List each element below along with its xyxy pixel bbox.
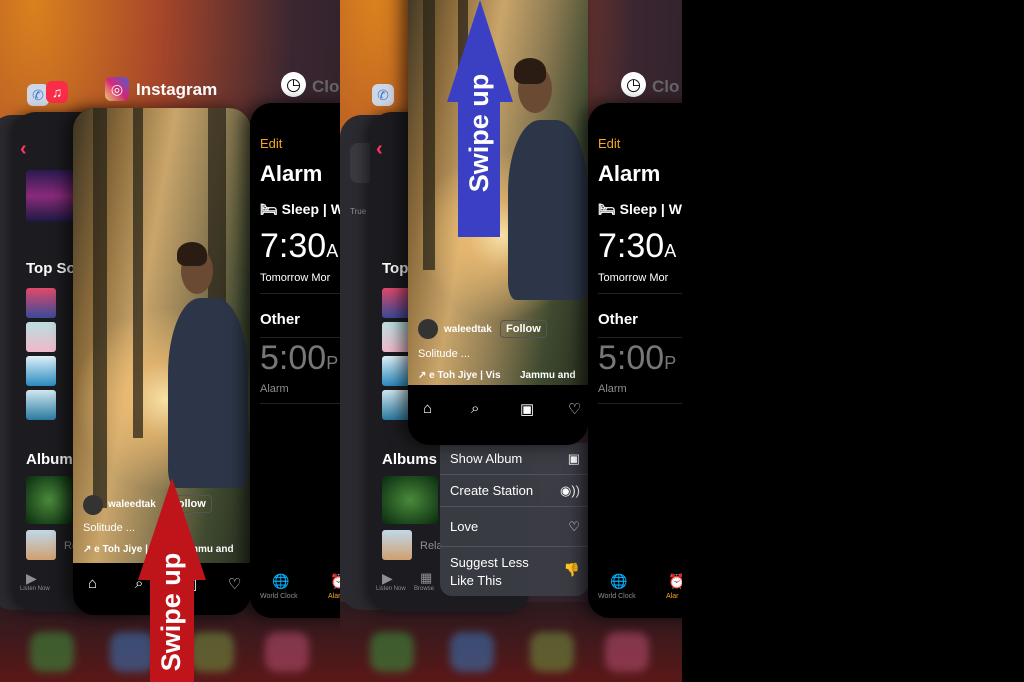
tab-world-clock[interactable]: World Clock xyxy=(260,593,298,600)
globe-icon[interactable]: 🌐 xyxy=(272,573,289,590)
listen-now-icon[interactable]: ▶ xyxy=(382,570,393,587)
back-chevron-icon[interactable]: ‹ xyxy=(376,138,383,161)
right-screenshot: ✆ ◷ Clo True ‹ Top Albums Rela ▶ Listen … xyxy=(340,0,682,682)
albums-heading: Albums xyxy=(382,451,438,468)
search-icon[interactable]: ⌕ xyxy=(471,400,479,417)
reels-icon[interactable]: ▣ xyxy=(520,400,534,418)
caption: Solitude ... xyxy=(418,348,470,360)
other-heading: Other xyxy=(598,311,639,328)
swipe-up-arrow-blue: Swipe up xyxy=(447,0,513,237)
globe-icon[interactable]: 🌐 xyxy=(610,573,627,590)
bed-icon: 🛏 xyxy=(260,201,282,217)
back-chevron-icon[interactable]: ‹ xyxy=(20,138,27,161)
heart-icon[interactable]: ♡ xyxy=(228,575,241,593)
other-alarm-time: 5:00P xyxy=(598,339,677,377)
clock-app-label: Clo xyxy=(312,77,340,96)
song-artwork[interactable] xyxy=(26,356,56,386)
alarm-time: 7:30A xyxy=(260,227,339,265)
browse-icon[interactable]: ▦ xyxy=(420,570,432,586)
menu-item-love[interactable]: Love ♡ xyxy=(440,507,588,547)
alarm-tab-icon[interactable]: ⏰ xyxy=(330,573,340,590)
location[interactable]: Jammu and xyxy=(520,370,576,381)
thumbs-down-icon: 👎 xyxy=(563,562,580,577)
tab-alarm[interactable]: Alar xyxy=(328,593,340,600)
other-heading: Other xyxy=(260,311,301,328)
song-artwork[interactable] xyxy=(26,288,56,318)
instagram-app-label: Instagram xyxy=(136,80,218,99)
top-songs-heading: Top xyxy=(382,260,409,277)
instagram-tab-bar: ⌂ ⌕ ▣ ♡ xyxy=(408,390,588,445)
heart-icon: ♡ xyxy=(568,519,580,534)
album-artwork[interactable] xyxy=(382,530,412,560)
station-icon: ◉)) xyxy=(559,483,580,498)
contact-label: True xyxy=(350,207,367,216)
swipe-up-label: Swipe up xyxy=(464,73,494,193)
clock-app-card[interactable]: Edit Alarm 🛏 Sleep | W 7:30A Tomorrow Mo… xyxy=(588,103,682,618)
other-alarm-label: Alarm xyxy=(598,383,627,395)
menu-item-create-station[interactable]: Create Station ◉)) xyxy=(440,475,588,507)
album-artwork[interactable] xyxy=(382,476,438,524)
phone-app-icon[interactable]: ✆ xyxy=(372,84,394,106)
context-menu: Show Album ▣ Create Station ◉)) Love ♡ Sugg… xyxy=(440,443,588,596)
sleep-wake-label: Sleep | W xyxy=(281,201,340,217)
edit-button[interactable]: Edit xyxy=(260,136,282,151)
follow-button[interactable]: Follow xyxy=(500,320,547,338)
swipe-up-label: Swipe up xyxy=(156,552,186,672)
other-alarm-time: 5:00P xyxy=(260,339,339,377)
edit-button[interactable]: Edit xyxy=(598,136,620,151)
album-icon: ▣ xyxy=(567,451,580,466)
featured-artwork[interactable] xyxy=(26,170,76,222)
top-songs-heading: Top So xyxy=(26,260,76,277)
tab-alarm[interactable]: Alar xyxy=(666,593,678,600)
alarm-title: Alarm xyxy=(598,161,661,186)
alarm-label: Tomorrow Mor xyxy=(260,272,331,284)
heart-icon[interactable]: ♡ xyxy=(568,400,581,418)
song-artwork[interactable] xyxy=(26,322,56,352)
albums-heading: Album xyxy=(26,451,73,468)
tab-browse[interactable]: Browse xyxy=(414,586,434,592)
tab-listen-now[interactable]: Listen Now xyxy=(20,586,50,592)
menu-item-suggest-less[interactable]: Suggest Less Like This 👎 xyxy=(440,547,588,596)
album-artwork[interactable] xyxy=(26,530,56,560)
alarm-label: Tomorrow Mor xyxy=(598,272,669,284)
menu-item-show-album[interactable]: Show Album ▣ xyxy=(440,443,588,475)
alarm-title: Alarm xyxy=(260,161,323,186)
home-icon[interactable]: ⌂ xyxy=(88,575,97,592)
avatar[interactable] xyxy=(418,319,438,339)
song-artwork[interactable] xyxy=(26,390,56,420)
avatar[interactable] xyxy=(83,495,103,515)
album-artwork[interactable] xyxy=(26,476,72,524)
audio-track[interactable]: ↗ е Toh Jiye | Vis xyxy=(418,370,501,381)
home-icon[interactable]: ⌂ xyxy=(423,400,432,417)
sleep-wake-label: Sleep | W xyxy=(619,201,682,217)
tab-listen-now[interactable]: Listen Now xyxy=(376,586,406,592)
alarm-tab-icon[interactable]: ⏰ xyxy=(668,573,682,590)
left-screenshot: ✆ ♫ ◎ Instagram ◷ Clo ‹ Top So Album Re … xyxy=(0,0,340,682)
other-alarm-label: Alarm xyxy=(260,383,289,395)
instagram-app-icon[interactable]: ◎ xyxy=(105,77,129,101)
alarm-time: 7:30A xyxy=(598,227,677,265)
music-app-icon[interactable]: ♫ xyxy=(46,81,68,103)
caption: Solitude ... xyxy=(83,522,135,534)
swipe-up-arrow-red: Swipe up xyxy=(138,478,206,682)
username[interactable]: waleedtak xyxy=(444,324,492,335)
clock-app-card[interactable]: Edit Alarm 🛏 Sleep | W 7:30A Tomorrow Mo… xyxy=(250,103,340,618)
clock-app-label: Clo xyxy=(652,77,680,96)
bed-icon: 🛏 xyxy=(598,201,620,217)
tab-world-clock[interactable]: World Clock xyxy=(598,593,636,600)
listen-now-icon[interactable]: ▶ xyxy=(26,570,37,587)
clock-app-icon[interactable]: ◷ xyxy=(281,72,306,97)
clock-app-icon[interactable]: ◷ xyxy=(621,72,646,97)
